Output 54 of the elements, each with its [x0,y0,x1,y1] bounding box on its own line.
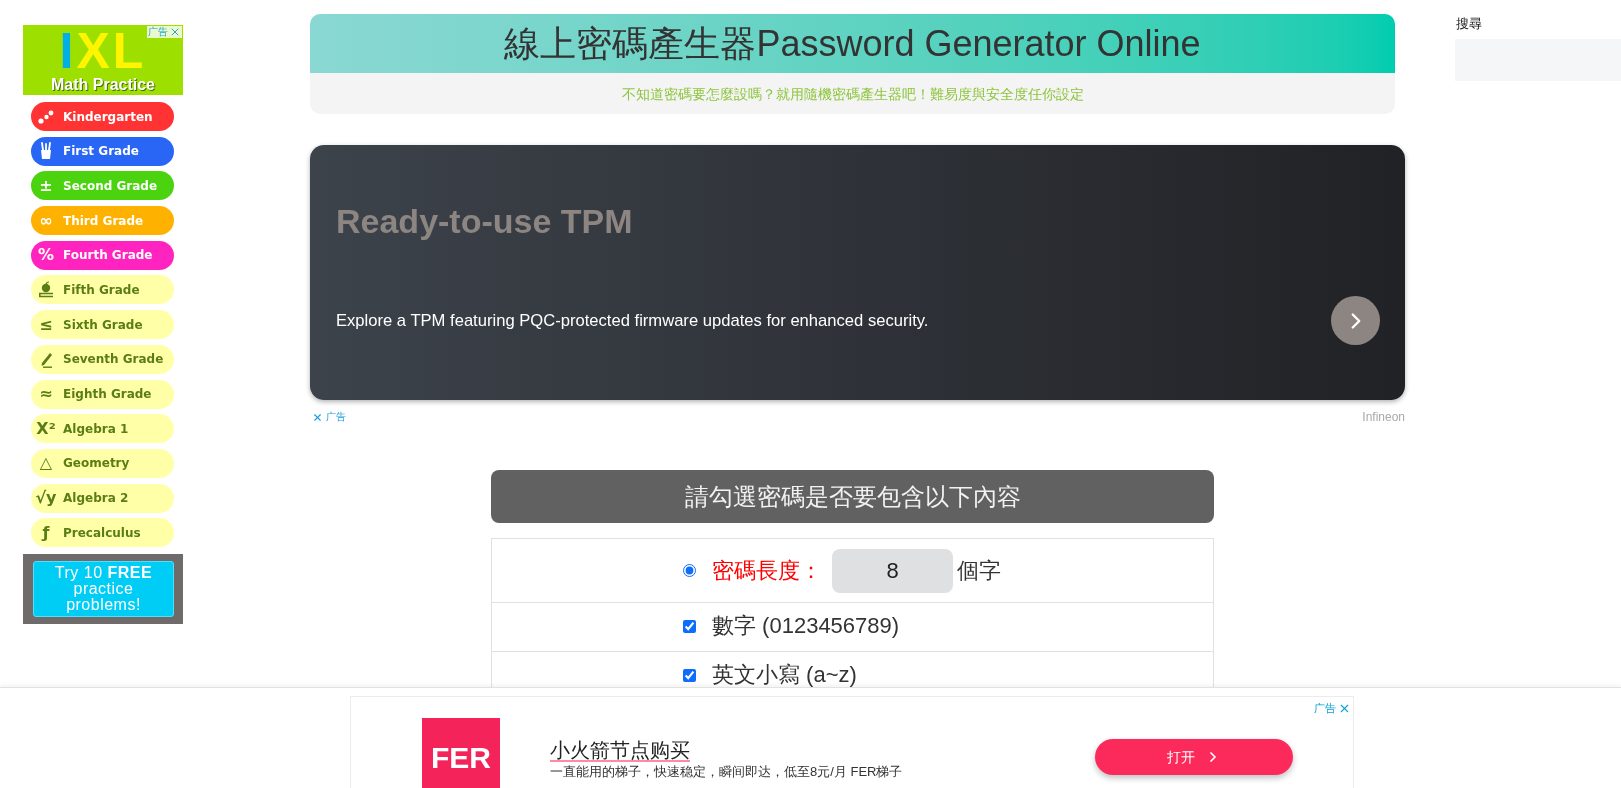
length-unit: 個字 [957,557,1001,584]
next-button[interactable] [1331,296,1380,345]
ad-label: 广告 [326,411,346,423]
grade-link[interactable]: First Grade [31,136,174,166]
grade-link[interactable]: ≤ Sixth Grade [31,310,174,340]
grade-link[interactable]: Kindergarten [31,102,174,131]
option-checkbox[interactable] [683,619,696,633]
open-button[interactable]: 打开 [1095,739,1293,775]
banner-ad[interactable]: Ready-to-use TPM Explore a TPM featuring PQC-protected firmware updates for enhanced security. [310,145,1405,400]
close-icon[interactable] [169,26,181,38]
bottom-ad-card[interactable]: FER 小火箭节点购买 一直能用的梯子，快速稳定，瞬间即达，低至8元/月 FER梯子 打开 广告 [350,696,1354,788]
option-label: 數字 (0123456789) [712,616,900,636]
approx-equal-icon: ≈ [39,386,53,402]
ad-title: Ready-to-use TPM [336,202,633,240]
tagline: Math Practice [50,76,155,94]
search-label: 搜尋 [1455,16,1483,32]
grade-link[interactable]: Fifth Grade [31,275,174,305]
grade-link[interactable]: ≈ Eighth Grade [31,379,174,409]
option-checkbox[interactable] [683,668,696,682]
close-icon[interactable] [312,411,323,423]
grade-link[interactable]: X² Algebra 1 [31,414,174,444]
options-heading: 請勾選密碼是否要包含以下內容 [491,470,1214,523]
logo: IXL [59,28,147,74]
ad-label: 广告 [1314,702,1336,715]
function-icon: ƒ [42,524,50,541]
grade-link[interactable]: √y Algebra 2 [31,483,174,513]
page-title: 線上密碼產生器Password Generator Online [504,22,1201,65]
plus-minus-icon: ± [39,177,53,194]
length-input[interactable]: 8 [832,548,953,593]
ad-headline[interactable]: 小火箭节点购买 [550,738,690,762]
length-radio[interactable] [683,564,696,577]
ad-label: 广告 [148,26,168,38]
infinity-icon: ∞ [39,212,53,229]
dots-icon [38,109,54,124]
ad-description: 一直能用的梯子，快速稳定，瞬间即达，低至8元/月 FER梯子 [550,764,903,780]
square-root-icon: √y [35,490,57,507]
length-label: 密碼長度： [712,557,822,584]
grade-link[interactable]: △ Geometry [31,448,174,478]
page-subtitle: 不知道密碼要怎麼設嗎？就用隨機密碼產生器吧！難易度與安全度任你設定 [621,84,1084,103]
apple-book-icon [38,280,54,299]
grade-link[interactable]: Seventh Grade [31,344,174,374]
percent-icon: % [38,247,54,264]
fer-logo: FER [422,718,500,788]
ad-choices-badge[interactable]: 广告 [147,26,182,38]
pencil-cup-icon [40,142,52,161]
less-or-equal-icon: ≤ [39,316,53,333]
triangle-icon: △ [39,455,53,472]
close-icon[interactable] [1338,702,1351,715]
ad-description: Explore a TPM featuring PQC-protected firmware updates for enhanced security. [336,309,929,332]
option-label: 英文小寫 (a~z) [712,665,857,685]
grade-link[interactable]: ƒ Precalculus [31,518,174,548]
grade-link[interactable]: % Fourth Grade [31,240,174,270]
advertiser-name: Infineon [1362,410,1405,424]
x-squared-icon: X² [36,420,56,437]
